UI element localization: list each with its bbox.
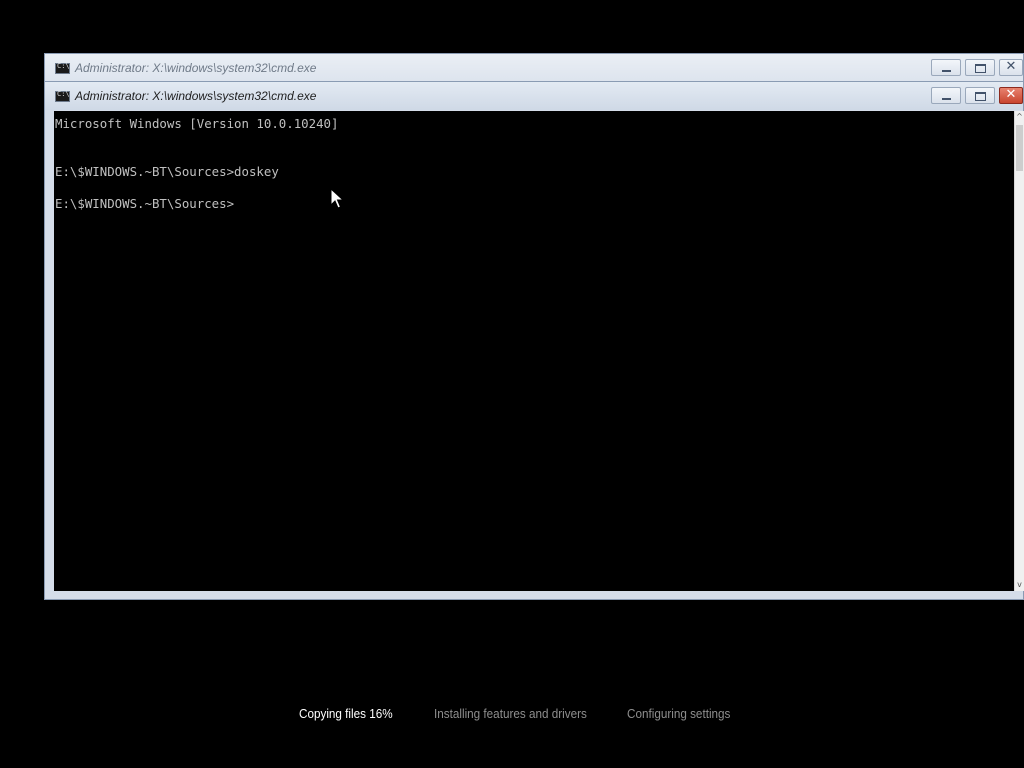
setup-progress: Copying files 16% Installing features an… bbox=[0, 706, 1024, 726]
window-title: Administrator: X:\windows\system32\cmd.e… bbox=[75, 89, 317, 103]
scrollbar-thumb[interactable] bbox=[1016, 125, 1023, 171]
maximize-button[interactable] bbox=[965, 59, 995, 76]
console-output[interactable]: Microsoft Windows [Version 10.0.10240] E… bbox=[54, 111, 1014, 591]
close-button[interactable]: ✕ bbox=[999, 87, 1023, 104]
window-titlebar[interactable]: Administrator: X:\windows\system32\cmd.e… bbox=[45, 82, 1023, 110]
step-installing-features: Installing features and drivers bbox=[434, 706, 587, 721]
window-title: Administrator: X:\windows\system32\cmd.e… bbox=[75, 61, 317, 75]
cmd-icon bbox=[55, 90, 70, 102]
console-line-command: E:\$WINDOWS.~BT\Sources>doskey bbox=[55, 164, 279, 179]
cmd-icon bbox=[55, 62, 70, 74]
step-configuring-settings: Configuring settings bbox=[627, 706, 731, 721]
console-scrollbar[interactable]: ^ v bbox=[1014, 111, 1024, 591]
console-line-prompt: E:\$WINDOWS.~BT\Sources> bbox=[55, 196, 235, 211]
mouse-pointer-icon bbox=[330, 188, 344, 209]
close-button[interactable]: ✕ bbox=[999, 59, 1023, 76]
scroll-up-icon[interactable]: ^ bbox=[1015, 111, 1024, 123]
step-copying-files: Copying files 16% bbox=[299, 706, 393, 721]
minimize-button[interactable] bbox=[931, 59, 961, 76]
window-controls: ✕ bbox=[927, 59, 1023, 76]
window-titlebar[interactable]: Administrator: X:\windows\system32\cmd.e… bbox=[45, 54, 1023, 82]
console-line-version: Microsoft Windows [Version 10.0.10240] bbox=[55, 116, 339, 131]
scroll-down-icon[interactable]: v bbox=[1015, 579, 1024, 591]
minimize-button[interactable] bbox=[931, 87, 961, 104]
close-icon: ✕ bbox=[1005, 59, 1017, 74]
close-icon: ✕ bbox=[1005, 87, 1017, 102]
window-controls: ✕ bbox=[927, 87, 1023, 104]
cmd-window[interactable]: Administrator: X:\windows\system32\cmd.e… bbox=[44, 81, 1024, 600]
maximize-button[interactable] bbox=[965, 87, 995, 104]
